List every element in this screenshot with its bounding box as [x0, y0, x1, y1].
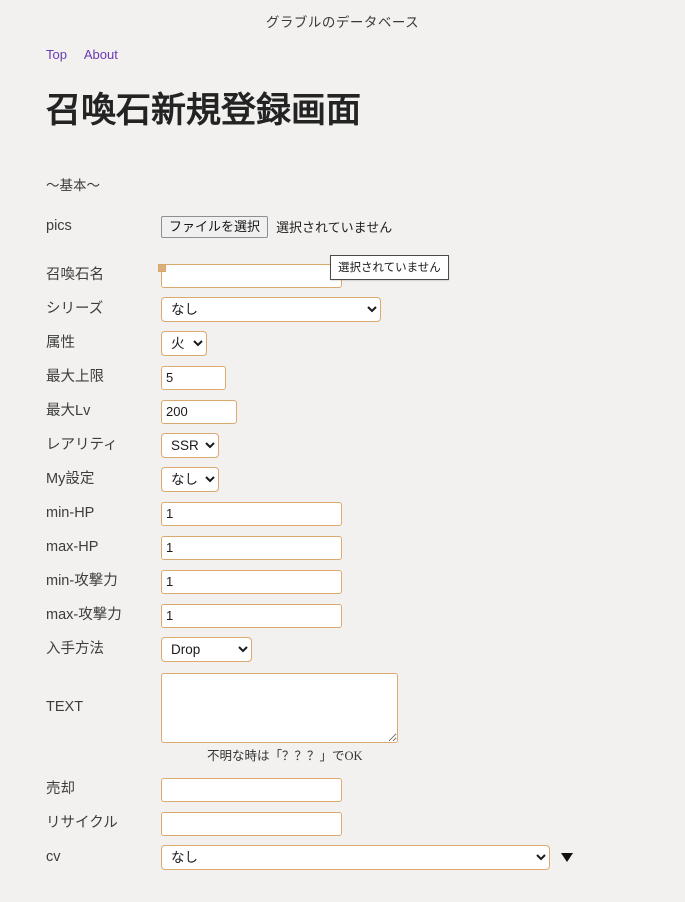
form-row-element: 属性 火 [46, 327, 685, 361]
label-cv: cv [46, 848, 61, 865]
field-min-hp [161, 501, 342, 526]
label-obtain-method: 入手方法 [46, 640, 104, 657]
field-cv: なし [161, 845, 573, 870]
rarity-select[interactable]: SSR [161, 433, 219, 458]
label-recycle: リサイクル [46, 814, 118, 831]
field-text [161, 672, 398, 743]
form-row-text: TEXT [46, 672, 685, 743]
label-sell: 売却 [46, 780, 75, 797]
label-max-hp: max-HP [46, 538, 99, 555]
summon-name-input[interactable] [161, 263, 342, 288]
field-my-setting: なし [161, 467, 219, 492]
label-summon-name: 召喚石名 [46, 266, 104, 283]
my-setting-select[interactable]: なし [161, 467, 219, 492]
cv-select[interactable]: なし [161, 845, 550, 870]
series-select[interactable]: なし [161, 297, 381, 322]
site-header-title: グラブルのデータベース [265, 15, 420, 30]
label-max-lv: 最大Lv [46, 402, 91, 419]
form-row-cv: cv なし [46, 841, 685, 875]
min-hp-input[interactable] [161, 501, 342, 526]
form-row-series: シリーズ なし [46, 293, 685, 327]
field-summon-name [161, 263, 342, 288]
form-row-pics: pics ファイルを選択 選択されていません [46, 212, 685, 242]
form-row-min-atk: min-攻撃力 [46, 565, 685, 599]
field-max-atk [161, 603, 342, 628]
form-row-recycle: リサイクル [46, 807, 685, 841]
triangle-down-icon[interactable] [561, 853, 573, 862]
form-row-sell: 売却 [46, 773, 685, 807]
nav-link-top[interactable]: Top [46, 47, 67, 62]
label-text: TEXT [46, 698, 84, 715]
obtain-method-select[interactable]: Drop [161, 637, 252, 662]
label-rarity: レアリティ [46, 436, 118, 453]
field-max-uncap [161, 365, 226, 390]
field-obtain-method: Drop [161, 637, 252, 662]
label-my-setting: My設定 [46, 470, 95, 487]
max-uncap-input[interactable] [161, 365, 226, 390]
max-atk-input[interactable] [161, 603, 342, 628]
recycle-input[interactable] [161, 811, 342, 836]
file-status-text: 選択されていません [276, 220, 393, 235]
file-tooltip: 選択されていません [330, 255, 449, 280]
choose-file-button[interactable]: ファイルを選択 [161, 215, 269, 238]
label-series: シリーズ [46, 300, 104, 317]
field-recycle [161, 811, 342, 836]
max-lv-input[interactable] [161, 399, 237, 424]
field-max-hp [161, 535, 342, 560]
pics-placeholder-marker [158, 264, 166, 272]
label-element: 属性 [46, 334, 75, 351]
form-row-max-hp: max-HP [46, 531, 685, 565]
registration-form: pics ファイルを選択 選択されていません 召喚石名 シリーズ なし 属性 火… [0, 212, 685, 875]
label-max-atk: max-攻撃力 [46, 606, 122, 623]
sell-input[interactable] [161, 777, 342, 802]
form-row-obtain: 入手方法 Drop [46, 633, 685, 667]
form-row-min-hp: min-HP [46, 497, 685, 531]
field-min-atk [161, 569, 342, 594]
max-hp-input[interactable] [161, 535, 342, 560]
main-nav: Top About [0, 47, 685, 62]
element-select[interactable]: 火 [161, 331, 207, 356]
field-element: 火 [161, 331, 207, 356]
label-min-atk: min-攻撃力 [46, 572, 118, 589]
form-row-my-setting: My設定 なし [46, 463, 685, 497]
text-textarea[interactable] [161, 672, 398, 743]
label-max-uncap: 最大上限 [46, 368, 104, 385]
field-sell [161, 777, 342, 802]
field-max-lv [161, 399, 237, 424]
form-row-max-atk: max-攻撃力 [46, 599, 685, 633]
min-atk-input[interactable] [161, 569, 342, 594]
site-header: グラブルのデータベース [0, 0, 685, 31]
form-row-max-uncap: 最大上限 [46, 361, 685, 395]
text-help: 不明な時は「？？？」でOK [207, 748, 363, 763]
form-row-rarity: レアリティ SSR [46, 429, 685, 463]
field-pics: ファイルを選択 選択されていません [161, 215, 393, 238]
field-series: なし [161, 297, 381, 322]
nav-link-about[interactable]: About [84, 47, 118, 62]
section-label-basic: 〜基本〜 [46, 177, 100, 193]
field-rarity: SSR [161, 433, 219, 458]
label-pics: pics [46, 217, 72, 234]
label-min-hp: min-HP [46, 504, 95, 521]
form-row-max-lv: 最大Lv [46, 395, 685, 429]
page-title: 召喚石新規登録画面 [46, 91, 362, 130]
